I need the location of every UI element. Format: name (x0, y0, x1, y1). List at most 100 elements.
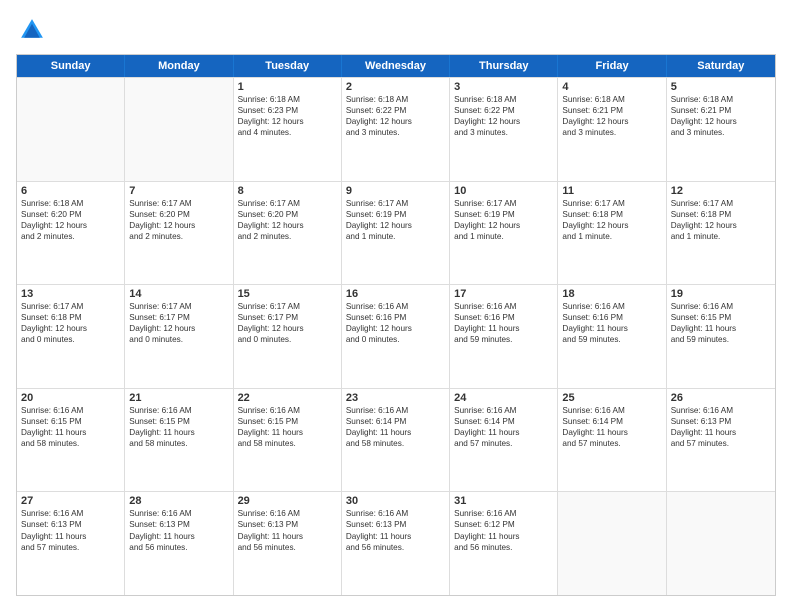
cell-info-line: Sunrise: 6:16 AM (562, 301, 661, 312)
cell-info-line: Sunrise: 6:16 AM (562, 405, 661, 416)
cell-info-line: and 3 minutes. (671, 127, 771, 138)
logo (16, 16, 46, 44)
cell-info-line: Daylight: 11 hours (454, 427, 553, 438)
cell-info-line: Sunrise: 6:17 AM (562, 198, 661, 209)
cell-info-line: Daylight: 12 hours (129, 323, 228, 334)
day-number: 30 (346, 495, 445, 507)
calendar-body: 1Sunrise: 6:18 AMSunset: 6:23 PMDaylight… (17, 77, 775, 595)
cell-info-line: Sunrise: 6:16 AM (129, 508, 228, 519)
cell-info-line: and 57 minutes. (21, 542, 120, 553)
cell-info-line: Sunset: 6:15 PM (129, 416, 228, 427)
day-number: 27 (21, 495, 120, 507)
cell-info-line: Sunrise: 6:16 AM (454, 508, 553, 519)
cell-info-line: Daylight: 12 hours (671, 220, 771, 231)
cell-info-line: and 2 minutes. (129, 231, 228, 242)
cal-cell: 6Sunrise: 6:18 AMSunset: 6:20 PMDaylight… (17, 182, 125, 285)
cell-info-line: and 58 minutes. (346, 438, 445, 449)
cell-info-line: and 1 minute. (346, 231, 445, 242)
cell-info-line: and 56 minutes. (129, 542, 228, 553)
cal-cell (667, 492, 775, 595)
cell-info-line: Daylight: 12 hours (129, 220, 228, 231)
cell-info-line: Sunset: 6:19 PM (346, 209, 445, 220)
cell-info-line: Sunrise: 6:17 AM (671, 198, 771, 209)
cell-info-line: Sunset: 6:13 PM (129, 519, 228, 530)
cell-info-line: and 57 minutes. (454, 438, 553, 449)
cal-cell: 16Sunrise: 6:16 AMSunset: 6:16 PMDayligh… (342, 285, 450, 388)
day-number: 29 (238, 495, 337, 507)
cell-info-line: Sunset: 6:15 PM (21, 416, 120, 427)
cell-info-line: and 4 minutes. (238, 127, 337, 138)
logo-icon (18, 16, 46, 44)
day-number: 26 (671, 392, 771, 404)
cell-info-line: Sunrise: 6:16 AM (454, 301, 553, 312)
calendar-row-4: 20Sunrise: 6:16 AMSunset: 6:15 PMDayligh… (17, 388, 775, 492)
cell-info-line: and 1 minute. (454, 231, 553, 242)
day-number: 11 (562, 185, 661, 197)
cal-cell: 23Sunrise: 6:16 AMSunset: 6:14 PMDayligh… (342, 389, 450, 492)
day-number: 15 (238, 288, 337, 300)
cell-info-line: Sunset: 6:16 PM (346, 312, 445, 323)
cell-info-line: and 1 minute. (671, 231, 771, 242)
cal-cell: 28Sunrise: 6:16 AMSunset: 6:13 PMDayligh… (125, 492, 233, 595)
cal-cell: 12Sunrise: 6:17 AMSunset: 6:18 PMDayligh… (667, 182, 775, 285)
cell-info-line: and 3 minutes. (454, 127, 553, 138)
day-number: 22 (238, 392, 337, 404)
cell-info-line: Sunset: 6:22 PM (454, 105, 553, 116)
cell-info-line: Sunrise: 6:18 AM (671, 94, 771, 105)
cell-info-line: Sunrise: 6:16 AM (21, 508, 120, 519)
cell-info-line: Sunrise: 6:16 AM (346, 405, 445, 416)
weekday-header-saturday: Saturday (667, 55, 775, 77)
cell-info-line: Sunset: 6:15 PM (238, 416, 337, 427)
cell-info-line: and 0 minutes. (21, 334, 120, 345)
cal-cell: 17Sunrise: 6:16 AMSunset: 6:16 PMDayligh… (450, 285, 558, 388)
cell-info-line: and 0 minutes. (129, 334, 228, 345)
cal-cell: 5Sunrise: 6:18 AMSunset: 6:21 PMDaylight… (667, 78, 775, 181)
cell-info-line: Daylight: 11 hours (129, 427, 228, 438)
cell-info-line: Sunrise: 6:16 AM (238, 405, 337, 416)
calendar-row-5: 27Sunrise: 6:16 AMSunset: 6:13 PMDayligh… (17, 491, 775, 595)
cell-info-line: Sunrise: 6:16 AM (454, 405, 553, 416)
cell-info-line: Sunrise: 6:17 AM (238, 301, 337, 312)
cal-cell: 21Sunrise: 6:16 AMSunset: 6:15 PMDayligh… (125, 389, 233, 492)
cell-info-line: Sunrise: 6:18 AM (21, 198, 120, 209)
cell-info-line: Sunset: 6:20 PM (238, 209, 337, 220)
cell-info-line: Sunrise: 6:16 AM (671, 405, 771, 416)
weekday-header-monday: Monday (125, 55, 233, 77)
day-number: 5 (671, 81, 771, 93)
cal-cell: 26Sunrise: 6:16 AMSunset: 6:13 PMDayligh… (667, 389, 775, 492)
cal-cell: 1Sunrise: 6:18 AMSunset: 6:23 PMDaylight… (234, 78, 342, 181)
cell-info-line: Daylight: 12 hours (238, 220, 337, 231)
cell-info-line: Daylight: 11 hours (21, 531, 120, 542)
cell-info-line: and 58 minutes. (129, 438, 228, 449)
cell-info-line: Daylight: 11 hours (238, 427, 337, 438)
cell-info-line: Sunset: 6:12 PM (454, 519, 553, 530)
cal-cell: 7Sunrise: 6:17 AMSunset: 6:20 PMDaylight… (125, 182, 233, 285)
cell-info-line: Daylight: 11 hours (454, 323, 553, 334)
cell-info-line: Daylight: 12 hours (238, 323, 337, 334)
cal-cell: 14Sunrise: 6:17 AMSunset: 6:17 PMDayligh… (125, 285, 233, 388)
cal-cell (558, 492, 666, 595)
cell-info-line: Sunset: 6:13 PM (671, 416, 771, 427)
cell-info-line: Sunrise: 6:17 AM (129, 198, 228, 209)
calendar-header: SundayMondayTuesdayWednesdayThursdayFrid… (17, 55, 775, 77)
day-number: 4 (562, 81, 661, 93)
cell-info-line: Sunset: 6:18 PM (562, 209, 661, 220)
cal-cell: 4Sunrise: 6:18 AMSunset: 6:21 PMDaylight… (558, 78, 666, 181)
day-number: 24 (454, 392, 553, 404)
weekday-header-thursday: Thursday (450, 55, 558, 77)
cell-info-line: Sunrise: 6:16 AM (21, 405, 120, 416)
cell-info-line: Daylight: 11 hours (454, 531, 553, 542)
cell-info-line: Daylight: 11 hours (562, 427, 661, 438)
cal-cell: 18Sunrise: 6:16 AMSunset: 6:16 PMDayligh… (558, 285, 666, 388)
cell-info-line: and 56 minutes. (454, 542, 553, 553)
cell-info-line: Sunset: 6:13 PM (346, 519, 445, 530)
cell-info-line: Daylight: 11 hours (21, 427, 120, 438)
cal-cell: 29Sunrise: 6:16 AMSunset: 6:13 PMDayligh… (234, 492, 342, 595)
header (16, 16, 776, 44)
cell-info-line: Sunrise: 6:17 AM (238, 198, 337, 209)
cell-info-line: Sunset: 6:21 PM (562, 105, 661, 116)
cell-info-line: Sunset: 6:20 PM (129, 209, 228, 220)
cell-info-line: Sunset: 6:15 PM (671, 312, 771, 323)
cell-info-line: and 58 minutes. (21, 438, 120, 449)
cal-cell: 9Sunrise: 6:17 AMSunset: 6:19 PMDaylight… (342, 182, 450, 285)
